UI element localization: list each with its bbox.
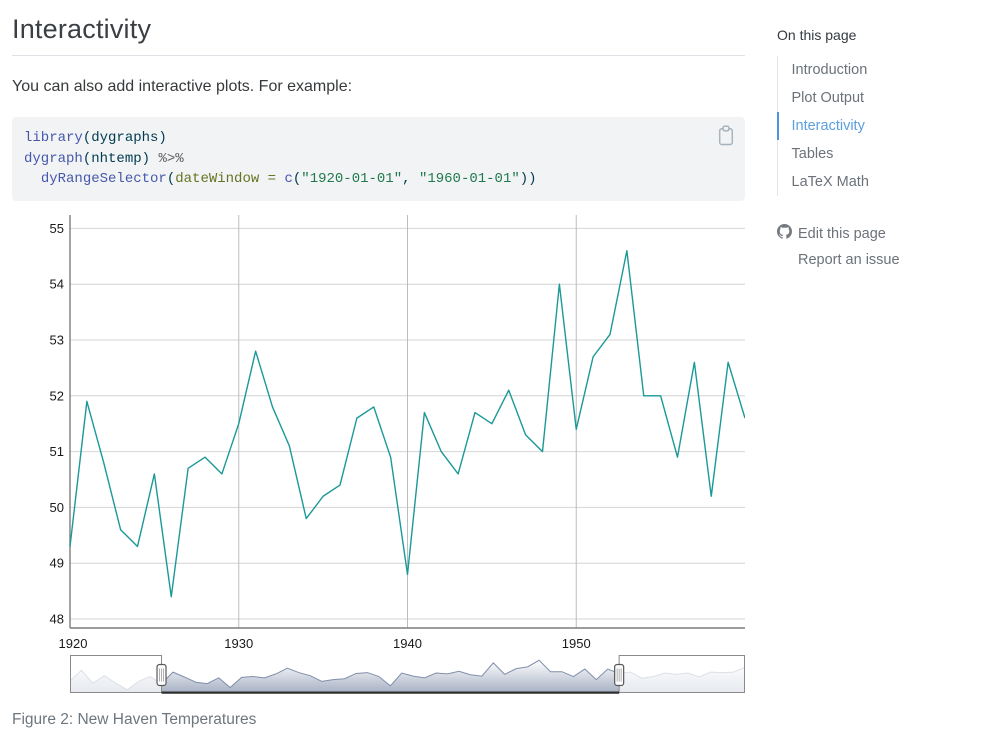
- toc-title: On this page: [777, 27, 989, 43]
- code-line: dyRangeSelector(dateWindow = c("1920-01-…: [24, 169, 733, 190]
- copy-code-button[interactable]: [717, 125, 735, 146]
- svg-text:49: 49: [50, 556, 64, 571]
- page-title: Interactivity: [12, 14, 745, 45]
- svg-text:1940: 1940: [393, 636, 422, 651]
- intro-paragraph: You can also add interactive plots. For …: [12, 78, 745, 96]
- clipboard-icon: [717, 125, 735, 146]
- svg-text:52: 52: [50, 388, 64, 403]
- toc-link-label: Report an issue: [798, 251, 900, 269]
- range-handle-left[interactable]: [157, 665, 166, 686]
- toc-sidebar: On this page IntroductionPlot OutputInte…: [777, 27, 989, 272]
- toc-item-tables[interactable]: Tables: [777, 140, 990, 168]
- toc-list: IntroductionPlot OutputInteractivityTabl…: [777, 56, 989, 196]
- page: Interactivity You can also add interacti…: [0, 0, 1000, 749]
- svg-text:55: 55: [50, 221, 64, 236]
- toc-item-interactivity[interactable]: Interactivity: [777, 112, 990, 140]
- toc-item-latex-math[interactable]: LaTeX Math: [777, 168, 990, 196]
- temperature-line-chart[interactable]: 48 49 50 51 52 53 54 55 1920 1930 1940 1950: [12, 215, 745, 655]
- toc-link-label: Edit this page: [798, 225, 886, 243]
- main-content: Interactivity You can also add interacti…: [12, 0, 745, 201]
- svg-text:53: 53: [50, 333, 64, 348]
- range-handle-right[interactable]: [615, 665, 624, 686]
- svg-text:48: 48: [50, 612, 64, 627]
- toc-link-edit-this-page[interactable]: Edit this page: [777, 220, 989, 247]
- svg-text:1950: 1950: [562, 636, 591, 651]
- toc-item-plot-output[interactable]: Plot Output: [777, 84, 990, 112]
- github-icon: [777, 224, 792, 244]
- range-unselected-left: [71, 656, 162, 693]
- code-line: library(dygraphs): [24, 128, 733, 149]
- code-block: library(dygraphs)dygraph(nhtemp) %>% dyR…: [12, 117, 745, 201]
- range-unselected-right: [619, 656, 744, 693]
- svg-text:1920: 1920: [59, 636, 88, 651]
- figure-caption: Figure 2: New Haven Temperatures: [12, 711, 256, 729]
- code-content[interactable]: library(dygraphs)dygraph(nhtemp) %>% dyR…: [24, 128, 733, 190]
- toc-link-report-an-issue[interactable]: Report an issue: [777, 247, 989, 272]
- svg-text:1930: 1930: [224, 636, 253, 651]
- toc-item-introduction[interactable]: Introduction: [777, 56, 990, 84]
- toc-links: Edit this page Report an issue: [777, 220, 989, 272]
- dygraph-range-selector[interactable]: [70, 655, 745, 695]
- svg-text:51: 51: [50, 444, 64, 459]
- title-divider: [12, 55, 745, 56]
- svg-text:54: 54: [50, 277, 64, 292]
- svg-text:50: 50: [50, 500, 64, 515]
- code-line: dygraph(nhtemp) %>%: [24, 149, 733, 170]
